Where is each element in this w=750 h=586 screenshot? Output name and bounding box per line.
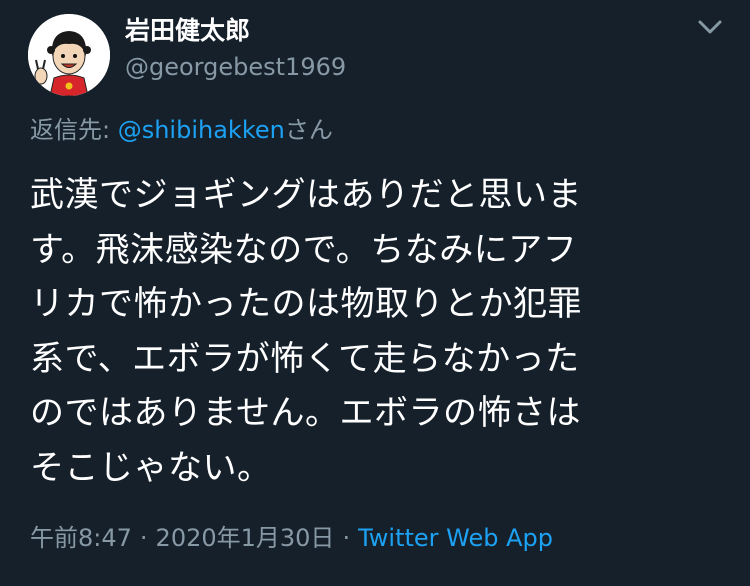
reply-mention-link[interactable]: @shibihakken	[118, 116, 285, 144]
tweet-time[interactable]: 午前8:47	[30, 524, 132, 552]
tweet-text-line: 武漢でジョギングはありだと思いま	[30, 175, 582, 215]
tweet-text-line: リカで怖かったのは物取りとか犯罪	[30, 284, 582, 324]
chevron-down-icon[interactable]	[690, 10, 730, 44]
tweet-text-line: そこじゃない。	[30, 447, 272, 488]
avatar[interactable]	[28, 14, 110, 96]
author-handle[interactable]: @georgebest1969	[125, 52, 346, 82]
reply-suffix: さん	[284, 116, 333, 144]
cartoon-character-avatar-icon	[28, 14, 110, 96]
meta-separator: ·	[139, 524, 148, 552]
tweet-source-link[interactable]: Twitter Web App	[358, 524, 553, 552]
meta-separator: ·	[342, 524, 351, 552]
tweet-card: 岩田健太郎 @georgebest1969 返信先: @shibihakkenさ…	[0, 0, 750, 586]
tweet-text-line: 系で、エボラが怖くて走らなかった	[30, 338, 580, 379]
tweet-meta: 午前8:47 · 2020年1月30日 · Twitter Web App	[30, 522, 553, 554]
author-display-name[interactable]: 岩田健太郎	[125, 14, 250, 48]
tweet-text-line: のではありません。エボラの怖さは	[30, 393, 581, 433]
tweet-text: 武漢でジョギングはありだと思いま す。飛沫感染なので。ちなみにアフ リカで怖かっ…	[30, 168, 730, 495]
reply-context: 返信先: @shibihakkenさん	[30, 115, 333, 145]
tweet-text-line: す。飛沫感染なので。ちなみにアフ	[30, 229, 578, 270]
reply-prefix: 返信先:	[30, 116, 118, 144]
tweet-date[interactable]: 2020年1月30日	[156, 524, 335, 552]
